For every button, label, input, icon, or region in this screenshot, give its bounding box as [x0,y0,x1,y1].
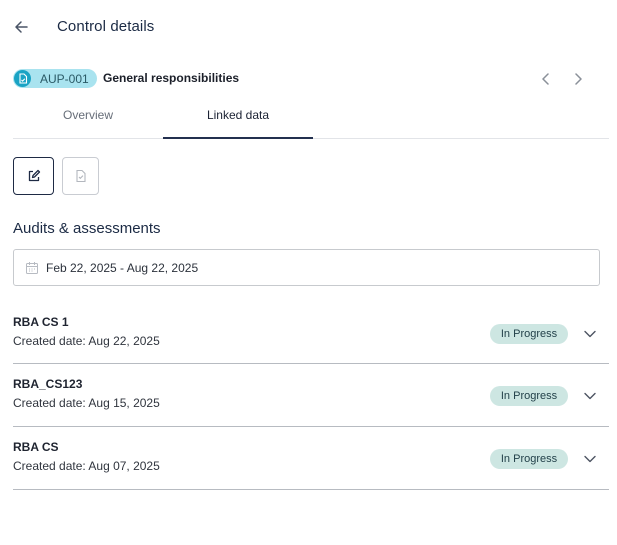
control-name: General responsibilities [103,71,240,85]
chevron-down-icon [584,330,596,338]
page-header: Control details [0,0,617,56]
tab-linked-data[interactable]: Linked data [163,99,313,139]
date-range-value: Feb 22, 2025 - Aug 22, 2025 [46,260,199,275]
audit-created-date: Created date: Aug 07, 2025 [13,459,160,473]
expand-button[interactable] [582,326,598,342]
expand-button[interactable] [582,388,598,404]
document-check-button[interactable] [62,157,99,195]
section-title: Audits & assessments [13,220,161,237]
chevron-right-icon [575,73,582,85]
arrow-left-icon [15,21,28,33]
status-badge: In Progress [490,324,568,344]
edit-button[interactable] [13,157,54,195]
status-badge: In Progress [490,386,568,406]
back-button[interactable] [10,16,32,38]
audit-list: RBA CS 1 Created date: Aug 22, 2025 In P… [13,302,609,490]
control-code: AUP-001 [40,71,89,86]
tab-overview[interactable]: Overview [13,99,163,138]
calendar-icon [25,261,39,275]
tab-bar: Overview Linked data [13,99,609,139]
audit-created-date: Created date: Aug 15, 2025 [13,396,160,410]
audit-created-date: Created date: Aug 22, 2025 [13,334,160,348]
edit-icon [28,169,40,182]
expand-button[interactable] [582,451,598,467]
control-code-badge: AUP-001 [13,69,97,88]
chevron-left-icon [542,73,549,85]
chevron-down-icon [584,392,596,400]
document-icon [14,70,31,87]
previous-control-button[interactable] [537,70,555,88]
audit-name: RBA_CS123 [13,377,83,391]
list-item[interactable]: RBA CS Created date: Aug 07, 2025 In Pro… [13,427,609,490]
control-summary: AUP-001 General responsibilities [13,69,609,89]
list-item[interactable]: RBA CS 1 Created date: Aug 22, 2025 In P… [13,302,609,364]
list-item[interactable]: RBA_CS123 Created date: Aug 15, 2025 In … [13,364,609,427]
date-range-picker[interactable]: Feb 22, 2025 - Aug 22, 2025 [13,249,600,286]
audit-name: RBA CS 1 [13,315,69,329]
chevron-down-icon [584,455,596,463]
status-badge: In Progress [490,449,568,469]
next-control-button[interactable] [569,70,587,88]
page-title: Control details [57,18,155,35]
audit-name: RBA CS [13,440,59,454]
document-check-icon [75,169,86,183]
